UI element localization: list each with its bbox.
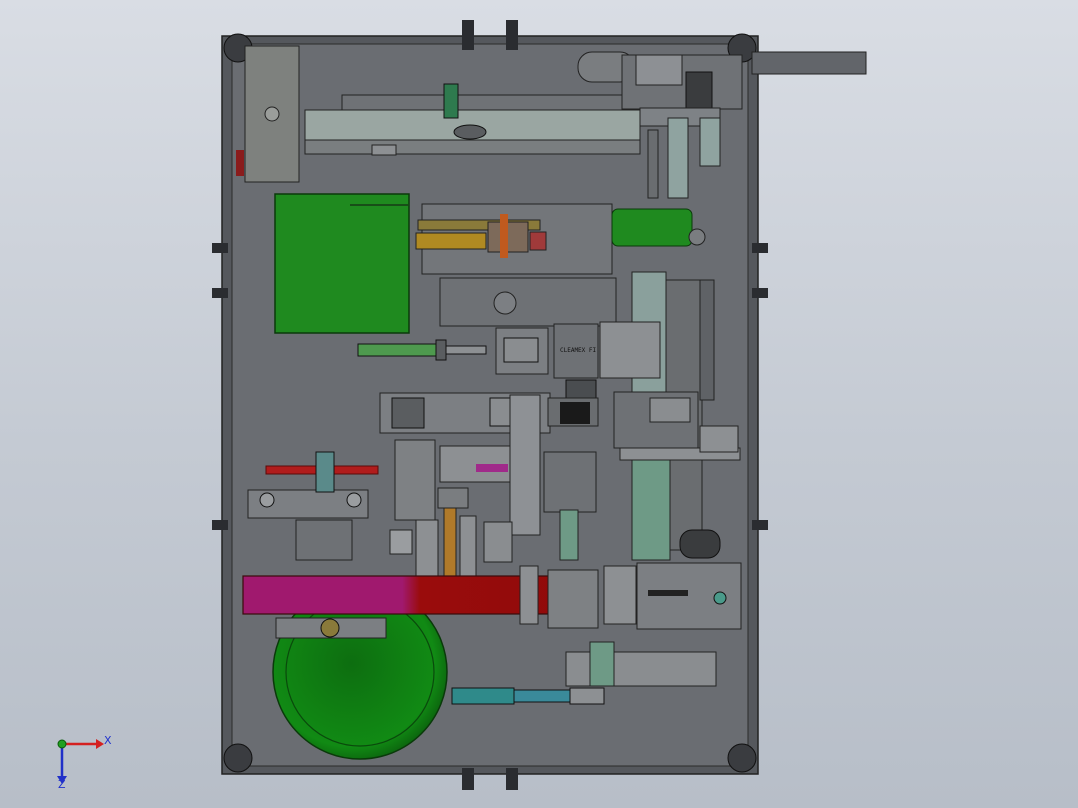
- top-linear-module: [304, 83, 641, 156]
- component-label: CLEAMEX FI: [560, 347, 597, 354]
- lower-right-block: [547, 562, 742, 630]
- green-tray: [274, 193, 410, 334]
- axis-triad: X Z: [57, 734, 112, 791]
- y-axis-dot: [57, 739, 67, 749]
- x-axis-label: X: [104, 734, 112, 747]
- z-axis-label: Z: [58, 778, 66, 791]
- cad-drawing: CLEAMEX FI X Z: [57, 20, 867, 791]
- control-box: [236, 45, 300, 183]
